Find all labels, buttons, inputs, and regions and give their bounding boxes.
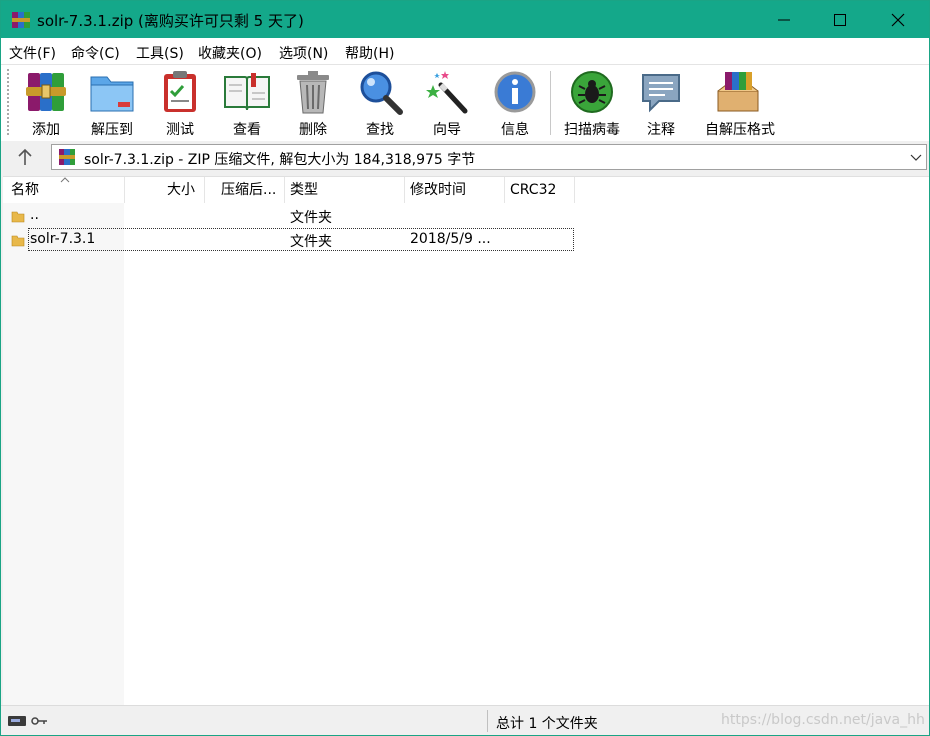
info-label: 信息 — [501, 122, 529, 138]
file-list[interactable]: 名称 大小 压缩后... 类型 修改时间 CRC32 .. 文件夹 solr-7… — [3, 176, 929, 705]
test-button[interactable]: 测试 — [148, 69, 212, 138]
row-type: 文件夹 — [290, 234, 332, 250]
comment-button[interactable]: 注释 — [629, 69, 693, 138]
column-header-type[interactable]: 类型 — [290, 177, 318, 203]
extract-to-button[interactable]: 解压到 — [80, 69, 144, 138]
extract-to-icon — [90, 76, 134, 112]
add-archive-icon — [26, 73, 66, 111]
column-header-modified[interactable]: 修改时间 — [410, 177, 466, 203]
sfx-archive-icon — [717, 72, 759, 112]
wizard-button[interactable]: 向导 — [415, 69, 479, 138]
column-divider[interactable] — [284, 177, 285, 203]
row-type: 文件夹 — [290, 210, 332, 226]
test-clipboard-icon — [164, 71, 196, 112]
scan-virus-button[interactable]: 扫描病毒 — [560, 69, 624, 138]
column-divider[interactable] — [574, 177, 575, 203]
find-button[interactable]: 查找 — [348, 69, 412, 138]
wizard-wand-icon — [426, 71, 468, 114]
row-name: solr-7.3.1 — [30, 231, 96, 247]
zip-archive-icon — [59, 149, 75, 165]
winrar-window: solr-7.3.1.zip (离购买许可只剩 5 天了) 文件(F) 命令(C… — [0, 0, 930, 736]
column-divider[interactable] — [204, 177, 205, 203]
name-column-background — [3, 203, 124, 705]
menu-bar: 文件(F) 命令(C) 工具(S) 收藏夹(O) 选项(N) 帮助(H) — [1, 38, 929, 65]
up-level-button[interactable] — [11, 145, 39, 169]
status-bar: 总计 1 个文件夹 https://blog.csdn.net/java_hh — [1, 705, 929, 735]
delete-button[interactable]: 删除 — [281, 69, 345, 138]
test-label: 测试 — [166, 122, 194, 138]
scan-virus-icon — [571, 71, 613, 113]
view-label: 查看 — [233, 122, 261, 138]
watermark: https://blog.csdn.net/java_hh — [721, 712, 925, 728]
column-header-crc[interactable]: CRC32 — [510, 177, 556, 203]
arrow-up-icon — [18, 148, 32, 165]
scan-virus-label: 扫描病毒 — [564, 122, 620, 138]
sort-ascending-icon — [60, 177, 70, 183]
chevron-down-icon[interactable] — [910, 151, 922, 163]
toolbar: 添加 解压到 测试 查看 删除 查找 向导 信息 扫描病毒 注释 自解压格式 — [1, 65, 929, 141]
add-label: 添加 — [32, 122, 60, 138]
table-row[interactable]: .. 文件夹 — [3, 204, 929, 228]
minimize-button[interactable] — [757, 1, 813, 38]
delete-label: 删除 — [299, 122, 327, 138]
address-path: solr-7.3.1.zip - ZIP 压缩文件, 解包大小为 184,318… — [84, 152, 476, 168]
view-button[interactable]: 查看 — [215, 69, 279, 138]
row-modified: 2018/5/9 ... — [410, 231, 491, 247]
menu-tools[interactable]: 工具(S) — [136, 43, 184, 63]
toolbar-separator — [550, 71, 551, 135]
comment-icon — [642, 74, 680, 113]
status-divider — [487, 710, 488, 732]
info-button[interactable]: 信息 — [483, 69, 547, 138]
drive-key-icon[interactable] — [7, 713, 51, 729]
sfx-button[interactable]: 自解压格式 — [705, 69, 775, 138]
view-book-icon — [224, 73, 270, 111]
menu-help[interactable]: 帮助(H) — [345, 43, 394, 63]
wizard-label: 向导 — [433, 122, 461, 138]
toolbar-grip[interactable] — [7, 69, 9, 135]
column-header-size[interactable]: 大小 — [167, 177, 195, 203]
delete-trash-icon — [297, 71, 329, 114]
minimize-icon — [778, 19, 790, 21]
address-row: solr-7.3.1.zip - ZIP 压缩文件, 解包大小为 184,318… — [1, 141, 929, 173]
menu-command[interactable]: 命令(C) — [71, 43, 120, 63]
find-label: 查找 — [366, 122, 394, 138]
comment-label: 注释 — [647, 122, 675, 138]
address-combobox[interactable]: solr-7.3.1.zip - ZIP 压缩文件, 解包大小为 184,318… — [51, 144, 927, 170]
add-button[interactable]: 添加 — [14, 69, 78, 138]
folder-icon — [11, 235, 25, 247]
maximize-button[interactable] — [813, 1, 869, 38]
info-icon — [494, 71, 536, 113]
column-divider[interactable] — [504, 177, 505, 203]
menu-file[interactable]: 文件(F) — [9, 43, 56, 63]
window-title: solr-7.3.1.zip (离购买许可只剩 5 天了) — [37, 12, 304, 30]
folder-icon — [11, 211, 25, 223]
close-button[interactable] — [871, 1, 927, 38]
find-magnifier-icon — [360, 71, 403, 115]
table-row[interactable]: solr-7.3.1 文件夹 2018/5/9 ... — [3, 228, 929, 252]
extract-to-label: 解压到 — [91, 122, 133, 138]
winrar-app-icon — [12, 12, 30, 28]
close-icon — [891, 13, 905, 27]
column-divider[interactable] — [404, 177, 405, 203]
menu-options[interactable]: 选项(N) — [279, 43, 328, 63]
row-name: .. — [30, 207, 39, 223]
title-bar: solr-7.3.1.zip (离购买许可只剩 5 天了) — [1, 1, 929, 38]
sfx-label: 自解压格式 — [705, 122, 775, 138]
column-header-name[interactable]: 名称 — [11, 177, 39, 203]
column-header-packed[interactable]: 压缩后... — [221, 177, 276, 203]
status-summary: 总计 1 个文件夹 — [496, 716, 598, 732]
column-divider[interactable] — [124, 177, 125, 203]
maximize-icon — [834, 14, 846, 26]
menu-favorites[interactable]: 收藏夹(O) — [198, 43, 262, 63]
